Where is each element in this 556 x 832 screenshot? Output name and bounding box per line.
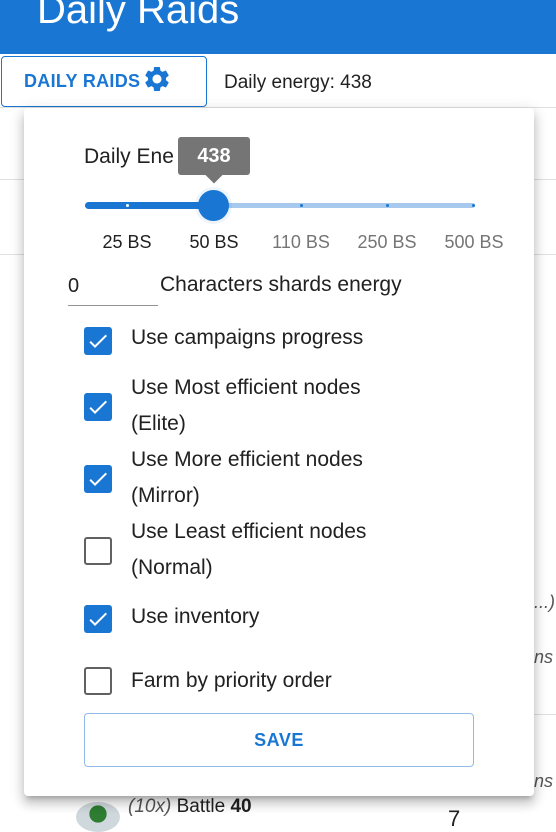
check-icon [89, 472, 107, 486]
checkbox-label: Use inventory [131, 605, 260, 628]
background-text: ns [534, 771, 554, 791]
avatar [76, 802, 120, 832]
checkbox-label: Farm by priority order [131, 669, 332, 692]
gear-icon [142, 64, 172, 99]
slider-mark [386, 204, 389, 207]
slider-mark-label: 500 BS [444, 232, 504, 252]
slider-track [85, 202, 215, 209]
checkbox-label: Use campaigns progress [131, 326, 364, 349]
daily-raids-settings-popover: Daily Ene 438 25 BS 50 BS 110 BS 250 BS … [24, 108, 534, 796]
slider-mark-label: 110 BS [272, 232, 330, 252]
checkbox[interactable] [84, 537, 112, 565]
checkbox[interactable] [84, 605, 112, 633]
checkbox[interactable] [84, 393, 112, 421]
app-bar: Daily Raids [0, 0, 556, 54]
checkbox-label: Use Least efficient nodes [131, 520, 367, 543]
slider-mark [472, 204, 475, 207]
divider [534, 714, 556, 715]
check-icon [89, 400, 107, 414]
daily-raids-button[interactable]: DAILY RAIDS [1, 56, 207, 107]
daily-energy-slider-label: Daily Ene [84, 145, 174, 168]
checkbox[interactable] [84, 667, 112, 695]
daily-energy-text: Daily energy: 438 [224, 72, 372, 93]
row-label: Battle [176, 796, 226, 817]
row-number: 7 [448, 806, 461, 831]
background-text: ns [534, 647, 554, 667]
shards-energy-label: Characters shards energy [160, 273, 402, 296]
save-button[interactable]: SAVE [84, 713, 474, 767]
shards-energy-input[interactable] [68, 268, 158, 306]
slider-value-tooltip: 438 [178, 137, 250, 175]
slider-mark [300, 204, 303, 207]
checkbox-label: Use Most efficient nodes [131, 376, 361, 399]
checkbox[interactable] [84, 465, 112, 493]
row-count: (10x) [128, 796, 172, 817]
checkbox[interactable] [84, 327, 112, 355]
list-item: (10x) Battle 40 [128, 796, 252, 818]
slider-mark [126, 204, 129, 207]
slider-mark-label: 250 BS [357, 232, 417, 252]
check-icon [89, 612, 107, 626]
slider-thumb[interactable] [198, 190, 229, 221]
checkbox-label-line2: (Normal) [131, 556, 213, 579]
checkbox-label: Use More efficient nodes [131, 448, 363, 471]
slider-mark-label: 25 BS [102, 232, 152, 252]
daily-raids-button-label: DAILY RAIDS [24, 71, 141, 91]
background-text: ...) [534, 592, 555, 612]
checkbox-label-line2: (Mirror) [131, 484, 200, 507]
checkbox-label-line2: (Elite) [131, 412, 186, 435]
check-icon [89, 334, 107, 348]
slider-mark-label: 50 BS [189, 232, 239, 252]
row-value: 40 [230, 796, 252, 817]
page-title: Daily Raids [37, 0, 240, 32]
